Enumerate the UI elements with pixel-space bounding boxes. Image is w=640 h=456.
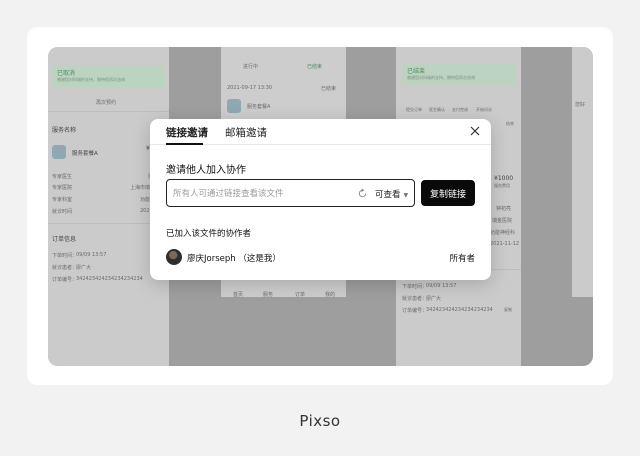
active-tab-indicator bbox=[166, 143, 203, 145]
order-field: 订单编号： bbox=[402, 308, 428, 314]
brand-caption: Pixso bbox=[299, 412, 341, 430]
progress-step: 开始问诊 bbox=[476, 107, 492, 112]
order-value: 廖广大 bbox=[76, 265, 92, 271]
collaborator-name: 廖庆Jorseph （这是我） bbox=[187, 254, 281, 264]
greeting: 您好 bbox=[575, 102, 586, 108]
status-title: 已取消 bbox=[57, 70, 76, 77]
link-input[interactable] bbox=[173, 186, 343, 201]
tab-email-invite[interactable]: 邮箱邀请 bbox=[225, 125, 267, 140]
field-value: 功能神经科 bbox=[490, 230, 516, 236]
chevron-down-icon: ▼ bbox=[403, 192, 409, 199]
field-label: 专家医生 bbox=[52, 174, 73, 180]
order-value: 342423424234234234234 bbox=[426, 307, 493, 313]
nav-service: 服务 bbox=[263, 292, 274, 298]
field-label: 专家科室 bbox=[52, 197, 73, 203]
service-price: ¥1000 bbox=[494, 175, 514, 182]
order-field: 下单时间： bbox=[52, 253, 78, 259]
permission-dropdown[interactable]: 可查看 ▼ bbox=[375, 188, 408, 200]
status-banner: 已结束 感谢您对科瑞的支持，期待您再次咨询 bbox=[402, 63, 515, 85]
reset-link-icon[interactable] bbox=[357, 188, 368, 199]
order-field: 就诊患者： bbox=[402, 296, 428, 302]
tab-finished: 已结束 bbox=[307, 64, 323, 70]
price-label: 服务费用 bbox=[494, 183, 510, 188]
field-value: 上海市瑞 bbox=[130, 185, 151, 191]
rebook-button: 再次预约 bbox=[96, 100, 117, 106]
order-field: 订单编号： bbox=[52, 277, 78, 283]
collaborators-title: 已加入该文件的协作者 bbox=[166, 229, 252, 239]
invite-dialog: 链接邀请 邮箱邀请 邀请他人加入协作 可查看▼ 复制链接 已加入该文件的协作者 … bbox=[150, 119, 491, 280]
mobile-screen-partial: 您好 bbox=[572, 47, 593, 297]
progress-step: 提交订单 bbox=[406, 107, 422, 112]
link-field: 可查看▼ bbox=[166, 179, 415, 207]
tab-link-invite[interactable]: 链接邀请 bbox=[166, 125, 208, 140]
close-icon[interactable] bbox=[469, 125, 481, 137]
section-order: 订单信息 bbox=[52, 236, 77, 243]
order-status: 已结束 bbox=[321, 86, 337, 92]
progress-step: 医生确认 bbox=[429, 107, 445, 112]
collaborator-role: 所有者 bbox=[449, 254, 475, 264]
order-value: 09/09 13:57 bbox=[76, 252, 107, 258]
order-field: 就诊患者： bbox=[52, 265, 78, 271]
order-value: 342423424234234234234 bbox=[76, 276, 143, 282]
status-banner: 已取消 感谢您对科瑞的支持，期待您再次咨询 bbox=[52, 65, 165, 87]
order-value: 廖广大 bbox=[426, 296, 442, 302]
field-label: 专家医院 bbox=[52, 185, 73, 191]
order-value: 09/09 13:57 bbox=[426, 283, 457, 289]
status-desc: 感谢您对科瑞的支持，期待您再次咨询 bbox=[407, 75, 475, 80]
invite-title: 邀请他人加入协作 bbox=[166, 165, 246, 176]
nav-orders: 订单 bbox=[295, 292, 306, 298]
divider bbox=[48, 111, 169, 112]
copy-link-button[interactable]: 复制链接 bbox=[421, 180, 475, 206]
avatar bbox=[166, 249, 182, 265]
progress-step: 结束 bbox=[506, 121, 514, 126]
section-service: 服务名称 bbox=[52, 127, 77, 134]
service-thumbnail bbox=[227, 99, 241, 113]
field-label: 就诊时间 bbox=[52, 209, 73, 215]
permission-label: 可查看 bbox=[375, 190, 401, 200]
field-value: 钟初亮 bbox=[496, 206, 512, 212]
field-value: 功能 bbox=[140, 197, 151, 203]
invite-tabs: 链接邀请 邮箱邀请 bbox=[150, 119, 491, 145]
nav-home: 首页 bbox=[233, 292, 244, 298]
tab-ongoing: 进行中 bbox=[243, 64, 259, 70]
order-field: 下单时间： bbox=[402, 284, 428, 290]
field-value: 2021-11-12 bbox=[490, 241, 520, 247]
copy-label: 复制 bbox=[504, 307, 512, 312]
progress-step: 支付完成 bbox=[452, 107, 468, 112]
order-date: 2021-09-17 13:30 bbox=[227, 85, 273, 91]
service-name: 服务套餐A bbox=[247, 104, 271, 110]
service-thumbnail bbox=[52, 145, 66, 159]
nav-mine: 我的 bbox=[325, 292, 336, 298]
status-desc: 感谢您对科瑞的支持，期待您再次咨询 bbox=[57, 77, 125, 82]
field-value: 瑞金医院 bbox=[492, 218, 513, 224]
status-title: 已结束 bbox=[407, 68, 426, 75]
service-name: 服务套餐A bbox=[72, 151, 98, 157]
